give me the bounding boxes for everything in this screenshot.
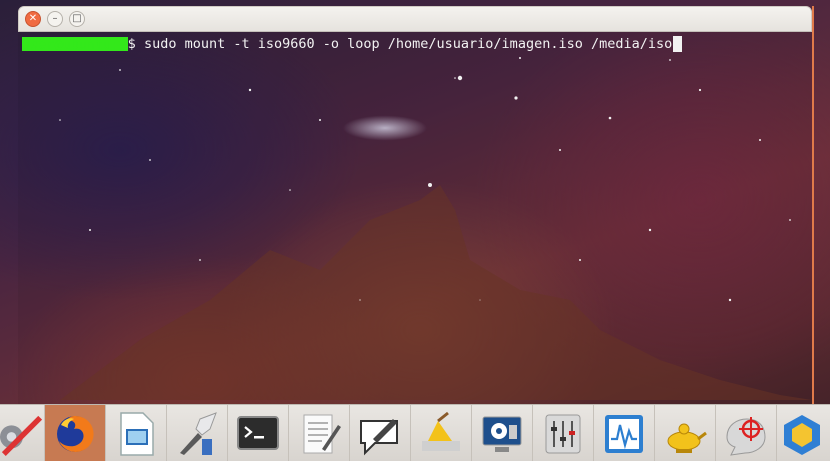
- screenshot-target-icon: [726, 417, 766, 456]
- redacted-user-prompt: user@ubuntu:~: [22, 37, 128, 53]
- genie-lamp-icon: [667, 423, 707, 453]
- dock-item-settings[interactable]: [0, 405, 45, 461]
- dock-item-bleachbit[interactable]: [411, 405, 472, 461]
- system-monitor-icon: [605, 415, 643, 453]
- dock-item-genie[interactable]: [655, 405, 716, 461]
- dock-item-firefox[interactable]: [45, 405, 106, 461]
- terminal-content[interactable]: user@ubuntu:~ $ sudo mount -t iso9660 -o …: [18, 31, 812, 406]
- dock-bar: [0, 404, 830, 461]
- command-line: user@ubuntu:~ $ sudo mount -t iso9660 -o …: [22, 36, 683, 53]
- terminal-icon: [237, 416, 279, 450]
- dock-item-impress[interactable]: [106, 405, 167, 461]
- firefox-icon: [57, 415, 94, 452]
- libreoffice-impress-icon: [120, 412, 154, 456]
- dock-item-paint[interactable]: [167, 405, 228, 461]
- dock-item-virtualbox[interactable]: [777, 405, 825, 461]
- dock-item-media[interactable]: [472, 405, 533, 461]
- dock-item-terminal[interactable]: [228, 405, 289, 461]
- chat-icon: [360, 419, 398, 456]
- text-editor-icon: [303, 414, 341, 454]
- terminal-window[interactable]: ✕ – □ user@ubuntu:~ $ sudo mount -t iso96…: [18, 6, 814, 406]
- minimize-icon[interactable]: –: [47, 11, 63, 27]
- dock-item-system-monitor[interactable]: [594, 405, 655, 461]
- dock-item-text-editor[interactable]: [289, 405, 350, 461]
- bleachbit-broom-icon: [422, 411, 460, 451]
- virtualbox-icon: [784, 415, 820, 455]
- close-icon[interactable]: ✕: [25, 11, 41, 27]
- prompt-symbol: $: [127, 36, 136, 52]
- dock-item-chat[interactable]: [350, 405, 411, 461]
- paint-brush-icon: [180, 412, 217, 455]
- command-text: sudo mount -t iso9660 -o loop /home/usua…: [135, 36, 673, 52]
- system-settings-icon: [0, 415, 43, 456]
- window-titlebar[interactable]: ✕ – □: [18, 6, 812, 32]
- maximize-icon[interactable]: □: [69, 11, 85, 27]
- media-center-icon: [482, 416, 522, 452]
- audio-mixer-icon: [545, 414, 581, 454]
- dock-item-screenshot[interactable]: [716, 405, 777, 461]
- text-cursor: [673, 36, 683, 52]
- dock-item-mixer[interactable]: [533, 405, 594, 461]
